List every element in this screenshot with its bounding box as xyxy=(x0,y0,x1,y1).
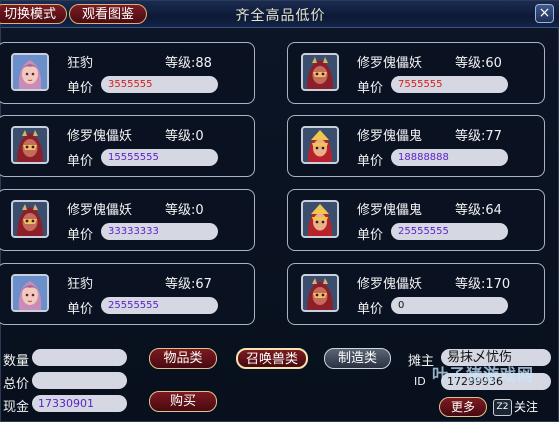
kuangbao-portrait-icon xyxy=(11,53,49,91)
yao-portrait-icon xyxy=(11,126,49,164)
crafting-category-button[interactable]: 制造类 xyxy=(324,348,391,369)
follow-label[interactable]: 关注 xyxy=(514,400,538,414)
pet-level: 等级:0 xyxy=(165,203,204,218)
stall-owner-label: 摊主 xyxy=(408,354,435,369)
pet-level: 等级:60 xyxy=(455,56,502,71)
pet-level: 等级:88 xyxy=(165,56,212,71)
unit-price-label: 单价 xyxy=(357,302,384,317)
buy-button[interactable]: 购买 xyxy=(149,391,217,412)
unit-price-field: 15555555 xyxy=(101,149,218,166)
listing-card[interactable]: 狂豹 等级:67 单价 25555555 xyxy=(0,263,255,325)
pet-level: 等级:64 xyxy=(455,203,502,218)
unit-price-label: 单价 xyxy=(357,228,384,243)
unit-price-label: 单价 xyxy=(67,302,94,317)
pet-level: 等级:67 xyxy=(165,277,212,292)
total-price-field xyxy=(32,372,127,389)
unit-price-field: 33333333 xyxy=(101,223,218,240)
listing-card[interactable]: 修罗傀儡妖 等级:0 单价 15555555 xyxy=(0,115,255,177)
window-title: 齐全高品低价 xyxy=(235,8,326,24)
unit-price-label: 单价 xyxy=(67,154,94,169)
title-bar: 切换模式 观看图鉴 齐全高品低价 × xyxy=(0,1,559,28)
pet-level: 等级:0 xyxy=(165,129,204,144)
yao-portrait-icon xyxy=(301,53,339,91)
more-button[interactable]: 更多 xyxy=(439,397,487,417)
id-label: ID xyxy=(414,375,426,388)
listing-card[interactable]: 修罗傀儡妖 等级:170 单价 0 xyxy=(287,263,545,325)
listing-card[interactable]: 修罗傀儡妖 等级:60 单价 7555555 xyxy=(287,42,545,104)
watermark: 叶子猪游戏网 xyxy=(431,365,534,384)
listing-card[interactable]: 修罗傀儡鬼 等级:77 单价 18888888 xyxy=(287,115,545,177)
pet-level: 等级:170 xyxy=(455,277,511,292)
summon-beast-category-button[interactable]: 召唤兽类 xyxy=(236,348,308,369)
unit-price-label: 单价 xyxy=(67,228,94,243)
quantity-label: 数量 xyxy=(3,354,30,369)
pet-name: 狂豹 xyxy=(67,277,94,292)
gui-portrait-icon xyxy=(301,126,339,164)
unit-price-field: 3555555 xyxy=(101,76,218,93)
items-category-button[interactable]: 物品类 xyxy=(149,348,217,369)
listing-card[interactable]: 修罗傀儡妖 等级:0 单价 33333333 xyxy=(0,189,255,251)
unit-price-field: 25555555 xyxy=(101,297,218,314)
kuangbao-portrait-icon xyxy=(11,274,49,312)
yao-portrait-icon xyxy=(301,274,339,312)
total-price-label: 总价 xyxy=(3,377,30,392)
pet-name: 修罗傀儡鬼 xyxy=(357,203,423,218)
unit-price-field: 18888888 xyxy=(391,149,508,166)
cash-field: 17330901 xyxy=(32,395,127,412)
unit-price-field: 7555555 xyxy=(391,76,508,93)
unit-price-label: 单价 xyxy=(67,81,94,96)
follow-button[interactable]: Z2 关注 xyxy=(493,398,538,416)
cash-label: 现金 xyxy=(3,400,30,415)
pet-name: 修罗傀儡鬼 xyxy=(357,129,423,144)
close-button[interactable]: × xyxy=(535,4,554,23)
quantity-input[interactable] xyxy=(32,349,127,366)
follow-icon[interactable]: Z2 xyxy=(493,399,512,416)
shop-window: 切换模式 观看图鉴 齐全高品低价 × 狂豹 等级:88 单价 3555555 修… xyxy=(0,0,559,422)
unit-price-label: 单价 xyxy=(357,154,384,169)
pet-name: 狂豹 xyxy=(67,56,94,71)
pet-name: 修罗傀儡妖 xyxy=(67,129,133,144)
listing-card[interactable]: 狂豹 等级:88 单价 3555555 xyxy=(0,42,255,104)
pet-name: 修罗傀儡妖 xyxy=(357,277,423,292)
pet-name: 修罗傀儡妖 xyxy=(357,56,423,71)
unit-price-field: 0 xyxy=(391,297,508,314)
listing-card[interactable]: 修罗傀儡鬼 等级:64 单价 25555555 xyxy=(287,189,545,251)
unit-price-field: 25555555 xyxy=(391,223,508,240)
unit-price-label: 单价 xyxy=(357,81,384,96)
gui-portrait-icon xyxy=(301,200,339,238)
pet-level: 等级:77 xyxy=(455,129,502,144)
pet-name: 修罗傀儡妖 xyxy=(67,203,133,218)
yao-portrait-icon xyxy=(11,200,49,238)
close-icon[interactable]: × xyxy=(539,5,551,21)
